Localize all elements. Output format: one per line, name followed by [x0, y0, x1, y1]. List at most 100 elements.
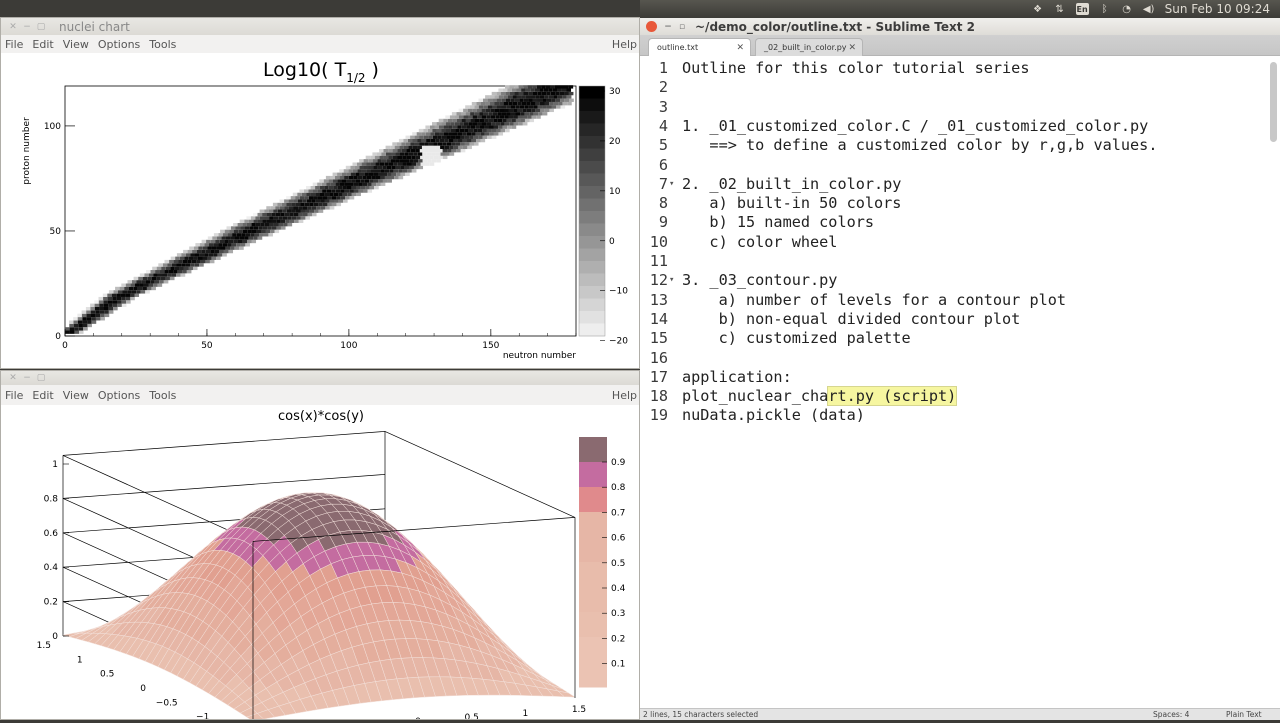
colorbar-band [579, 612, 607, 638]
nuclide-cell [351, 179, 356, 182]
maximize-icon[interactable]: ▢ [35, 373, 47, 383]
editor-line[interactable]: 5 ==> to define a customized color by r,… [640, 136, 1240, 155]
close-icon[interactable]: ✕ [7, 373, 19, 383]
menu-view[interactable]: View [63, 389, 89, 402]
tab-outline[interactable]: outline.txt ✕ [648, 38, 751, 56]
editor-line[interactable]: 12▾3. _03_contour.py [640, 271, 1240, 290]
menu-options[interactable]: Options [98, 389, 140, 402]
nuclide-cell [140, 273, 145, 276]
nuclide-cell [354, 183, 359, 186]
nuclide-cell [425, 126, 430, 129]
nuclide-cell [474, 105, 479, 108]
maximize-icon[interactable]: ▫ [677, 22, 687, 32]
nuclide-cell [118, 290, 123, 293]
nuclide-cell [376, 169, 381, 172]
menu-file[interactable]: File [5, 38, 23, 51]
nuclide-cell [177, 263, 182, 266]
tab-built-in-color[interactable]: _02_built_in_color.py ✕ [755, 38, 863, 56]
editor-line[interactable]: 19nuData.pickle (data) [640, 406, 1240, 425]
nuclide-cell [130, 297, 135, 300]
nuclide-cell [467, 132, 472, 135]
nuclide-cell [492, 136, 497, 139]
nuclide-cell [445, 152, 450, 155]
close-tab-icon[interactable]: ✕ [736, 43, 744, 53]
nuclide-cell [502, 119, 507, 122]
menu-edit[interactable]: Edit [32, 389, 53, 402]
dropbox-icon[interactable]: ❖ [1032, 3, 1044, 15]
editor-line[interactable]: 6 [640, 156, 1240, 175]
editor-line[interactable]: 10 c) color wheel [640, 233, 1240, 252]
volume-icon[interactable]: ◀) [1143, 3, 1155, 15]
minimize-icon[interactable]: − [21, 373, 33, 383]
editor-line[interactable]: 41. _01_customized_color.C / _01_customi… [640, 117, 1240, 136]
nuclide-cell [273, 203, 278, 206]
indentation-setting[interactable]: Spaces: 4 [1153, 710, 1189, 719]
nuclide-cell [246, 233, 251, 236]
menu-file[interactable]: File [5, 389, 23, 402]
nuclide-cell [126, 284, 131, 287]
menu-tools[interactable]: Tools [149, 38, 176, 51]
editor-line[interactable]: 7▾2. _02_built_in_color.py [640, 175, 1240, 194]
nuclide-cell [324, 186, 329, 189]
clock[interactable]: Sun Feb 10 09:24 [1165, 2, 1270, 16]
text-editor[interactable]: 1Outline for this color tutorial series2… [640, 58, 1280, 708]
editor-line[interactable]: 13 a) number of levels for a contour plo… [640, 291, 1240, 310]
maximize-icon[interactable]: ▢ [35, 22, 47, 32]
plot-canvas[interactable]: cos(x)*cos(y) 00.20.40.60.811.510.50−0.5… [1, 405, 639, 719]
nuclide-cell [535, 102, 540, 105]
close-tab-icon[interactable]: ✕ [848, 43, 856, 53]
nuclide-cell [216, 257, 221, 260]
menu-options[interactable]: Options [98, 38, 140, 51]
nuclide-cell [296, 203, 301, 206]
nuclide-cell [309, 189, 314, 192]
close-icon[interactable] [646, 21, 657, 32]
colorbar-tick-label: −20 [609, 337, 628, 347]
window-titlebar[interactable]: ✕ − ▢ nuclei chart [1, 18, 639, 35]
editor-titlebar[interactable]: − ▫ ~/demo_color/outline.txt - Sublime T… [640, 18, 1280, 35]
nuclide-cell [499, 95, 504, 98]
editor-line[interactable]: 1Outline for this color tutorial series [640, 59, 1240, 78]
line-number: 7 [640, 175, 668, 194]
editor-line[interactable]: 16 [640, 349, 1240, 368]
z-tick-label: 0.8 [44, 494, 59, 504]
syntax-setting[interactable]: Plain Text [1226, 710, 1262, 719]
editor-line[interactable]: 17application: [640, 368, 1240, 387]
plot-canvas[interactable]: Log10( T1/2 ) 050100150050100 proton num… [1, 53, 639, 368]
nuclide-cell [318, 196, 323, 199]
menu-help[interactable]: Help [612, 389, 637, 402]
bluetooth-icon[interactable]: ᛒ [1099, 3, 1111, 15]
minimize-icon[interactable]: − [663, 22, 673, 32]
menu-view[interactable]: View [63, 38, 89, 51]
network-icon[interactable]: ⇅ [1054, 3, 1066, 15]
menu-edit[interactable]: Edit [32, 38, 53, 51]
menu-help[interactable]: Help [612, 38, 637, 51]
nuclide-cell [406, 142, 411, 145]
nuclide-cell [269, 223, 274, 226]
nuclide-cell [463, 139, 468, 142]
nuclide-cell [476, 102, 481, 105]
nuclide-cell [509, 115, 514, 118]
minimize-icon[interactable]: − [21, 22, 33, 32]
editor-line[interactable]: 8 a) built-in 50 colors [640, 194, 1240, 213]
editor-line[interactable]: 2 [640, 78, 1240, 97]
fold-arrow-icon[interactable]: ▾ [669, 175, 674, 194]
line-number: 2 [640, 78, 668, 97]
keyboard-indicator[interactable]: En [1076, 3, 1089, 15]
editor-line[interactable]: 11 [640, 252, 1240, 271]
editor-line[interactable]: 18plot_nuclear_chart.py (script) [640, 387, 1240, 406]
editor-line[interactable]: 3 [640, 98, 1240, 117]
nuclide-cell [365, 186, 370, 189]
fold-arrow-icon[interactable]: ▾ [669, 271, 674, 290]
colorbar-band [579, 136, 605, 149]
editor-line[interactable]: 15 c) customized palette [640, 329, 1240, 348]
scrollbar[interactable] [1270, 62, 1277, 142]
editor-line[interactable]: 9 b) 15 named colors [640, 213, 1240, 232]
nuclide-cell [515, 105, 520, 108]
close-icon[interactable]: ✕ [7, 22, 19, 32]
menu-tools[interactable]: Tools [149, 389, 176, 402]
nuclide-cell [252, 240, 257, 243]
nuclide-cell [257, 230, 262, 233]
window-titlebar[interactable]: ✕ − ▢ [1, 371, 639, 385]
editor-line[interactable]: 14 b) non-equal divided contour plot [640, 310, 1240, 329]
wifi-icon[interactable]: ◔ [1121, 3, 1133, 15]
